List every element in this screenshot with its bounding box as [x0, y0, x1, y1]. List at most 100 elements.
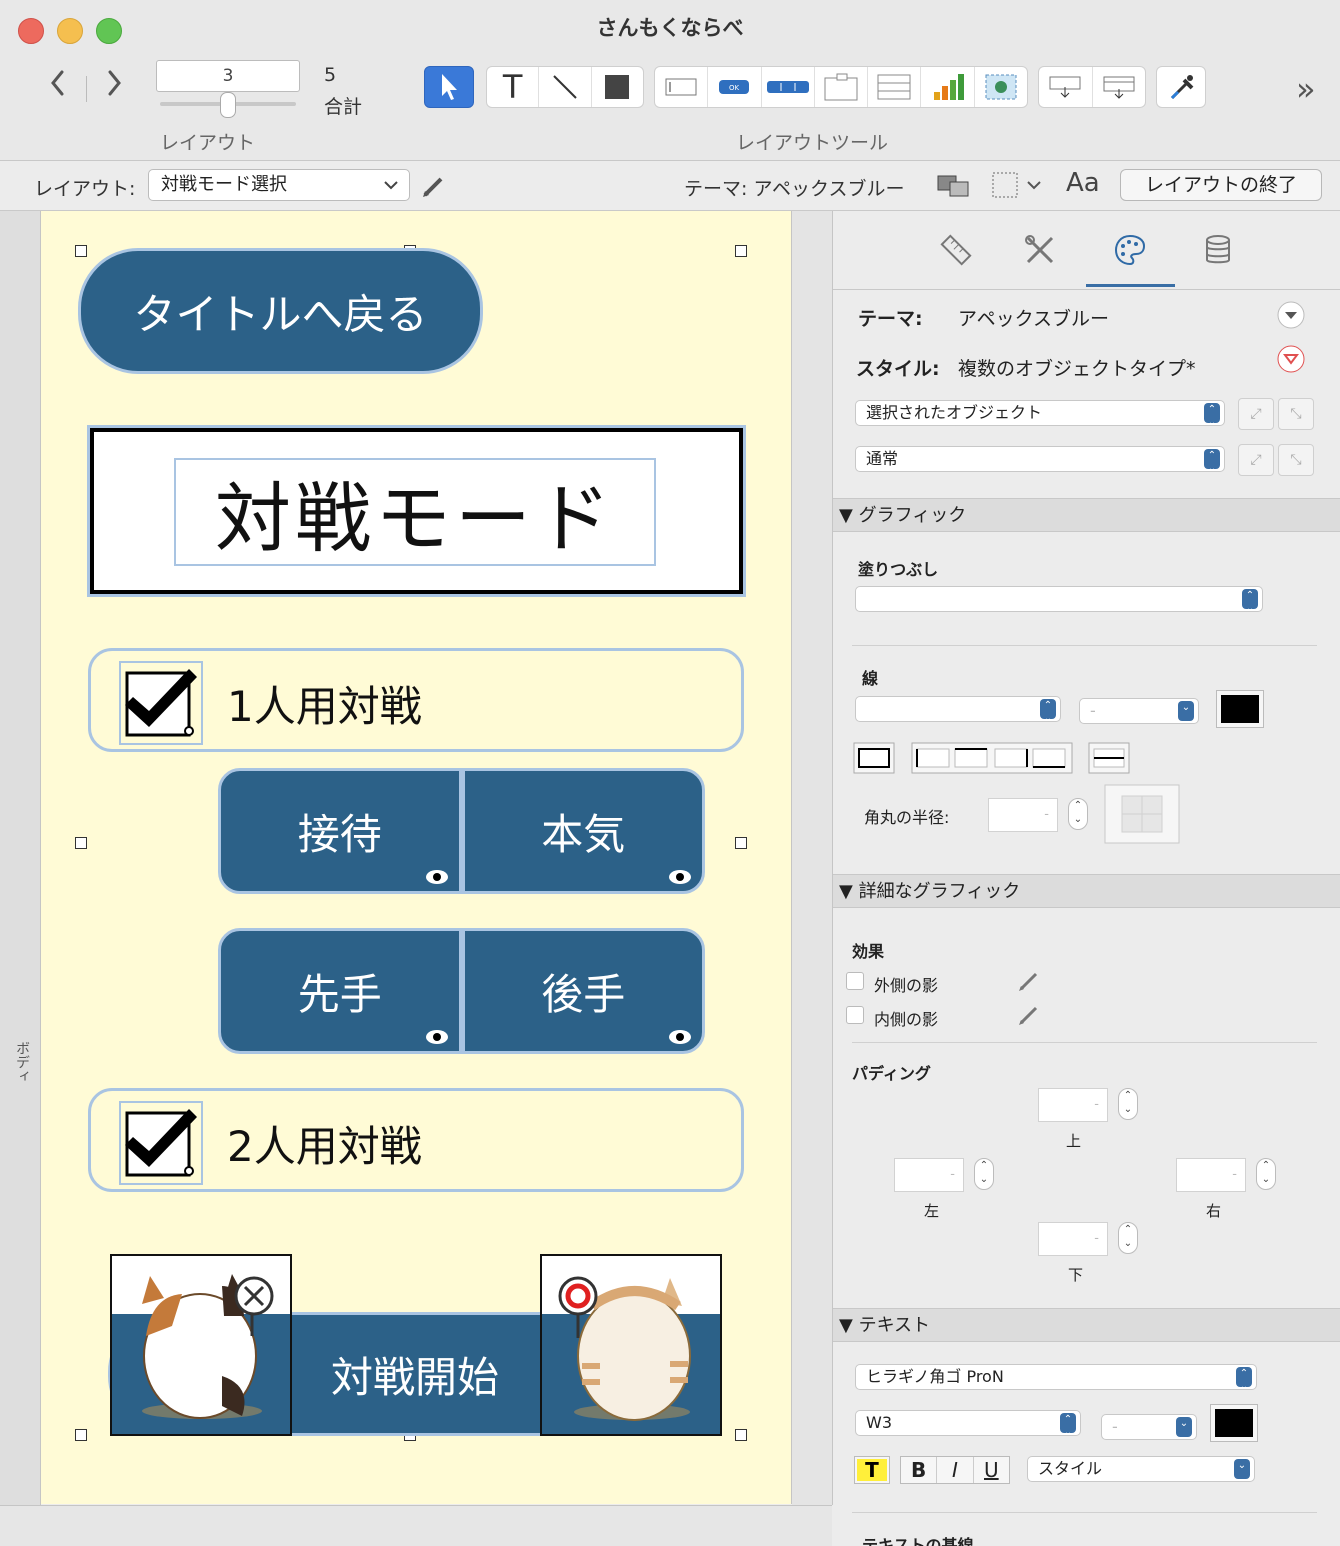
- forward-button[interactable]: [104, 68, 124, 106]
- fill-selector[interactable]: ⌃ ⌄: [855, 586, 1263, 614]
- layout-page-field[interactable]: 3: [156, 60, 300, 92]
- corner-selector-icon[interactable]: [1104, 784, 1180, 844]
- mode-banner-text[interactable]: 対戦モード: [174, 458, 656, 566]
- font-size-selector[interactable]: - ⌄: [1101, 1414, 1197, 1440]
- part-label-strip: ボディ: [0, 211, 41, 1505]
- line-tool-button[interactable]: [539, 67, 592, 107]
- calico-cat-x-image[interactable]: [110, 1254, 292, 1436]
- padding-left-field[interactable]: -: [894, 1158, 964, 1192]
- first-move-button[interactable]: 先手: [221, 931, 465, 1051]
- toolbar-overflow-button[interactable]: »: [1296, 70, 1316, 108]
- back-button[interactable]: [48, 68, 68, 106]
- line-color-well[interactable]: [1216, 690, 1264, 728]
- tab-position[interactable]: [934, 228, 978, 272]
- border-sides-icon[interactable]: [911, 742, 1073, 774]
- layout-slider-thumb[interactable]: [220, 92, 236, 118]
- slide-control-tool-button[interactable]: [1093, 67, 1146, 107]
- border-middle-icon[interactable]: [1088, 742, 1130, 774]
- eye-icon: [669, 1030, 691, 1044]
- paste-style-button[interactable]: ⤡: [1278, 398, 1314, 430]
- font-size-icon[interactable]: Aa: [1066, 168, 1100, 198]
- difficulty-easy-button[interactable]: 接待: [221, 771, 465, 891]
- padding-left-stepper[interactable]: ⌃ ⌄: [974, 1158, 994, 1190]
- layout-selector[interactable]: 対戦モード選択: [148, 169, 410, 201]
- text-style-selector[interactable]: スタイル ⌄: [1027, 1456, 1255, 1482]
- border-all-icon[interactable]: [853, 742, 895, 774]
- tab-appearance[interactable]: [1108, 228, 1152, 272]
- copy-style-button[interactable]: ⤢: [1238, 398, 1274, 430]
- text-highlight-button[interactable]: T: [854, 1456, 890, 1484]
- selection-handle[interactable]: [735, 245, 747, 257]
- copy-state-button[interactable]: ⤢: [1238, 444, 1274, 476]
- padding-bottom-field[interactable]: -: [1038, 1222, 1108, 1256]
- italic-button[interactable]: I: [937, 1457, 974, 1483]
- select-tool-button[interactable]: [424, 66, 474, 108]
- selection-handle[interactable]: [75, 1429, 87, 1441]
- selection-handle[interactable]: [735, 837, 747, 849]
- web-viewer-tool-button[interactable]: [975, 67, 1027, 107]
- exit-layout-button[interactable]: レイアウトの終了: [1120, 169, 1322, 201]
- shape-tool-button[interactable]: [592, 67, 643, 107]
- button-tool-button[interactable]: OK: [708, 67, 762, 107]
- theme-field-label: テーマ:: [858, 308, 923, 330]
- object-scope-selector[interactable]: 選択されたオブジェクト ⌃ ⌄: [855, 400, 1225, 428]
- two-player-option[interactable]: 2人用対戦: [88, 1088, 744, 1192]
- edit-inner-shadow-icon[interactable]: [1016, 1002, 1042, 1028]
- selection-handle[interactable]: [735, 1429, 747, 1441]
- arrange-objects-icon[interactable]: [936, 172, 972, 200]
- updown-icon: ⌃ ⌄: [1060, 1413, 1076, 1438]
- line-style-selector[interactable]: ⌃ ⌄: [855, 696, 1061, 724]
- paste-state-button[interactable]: ⤡: [1278, 444, 1314, 476]
- bold-button[interactable]: B: [901, 1457, 938, 1483]
- corner-radius-field[interactable]: -: [988, 798, 1058, 832]
- second-move-button[interactable]: 後手: [465, 931, 703, 1051]
- edit-outer-shadow-icon[interactable]: [1016, 968, 1042, 994]
- single-player-option[interactable]: 1人用対戦: [88, 648, 744, 752]
- text-section-header[interactable]: ▼ テキスト: [833, 1308, 1340, 1342]
- tab-data[interactable]: [1196, 228, 1240, 272]
- difficulty-serious-button[interactable]: 本気: [465, 771, 703, 891]
- theme-menu-icon[interactable]: [1276, 300, 1306, 330]
- padding-right-field[interactable]: -: [1176, 1158, 1246, 1192]
- body-part-label[interactable]: ボディ: [12, 1041, 32, 1083]
- text-tool-button[interactable]: T: [487, 67, 540, 107]
- chart-tool-button[interactable]: [921, 67, 975, 107]
- difficulty-easy-label: 接待: [297, 809, 382, 859]
- line-width-value: -: [1090, 701, 1096, 720]
- popover-button-tool-button[interactable]: [1039, 67, 1093, 107]
- field-tool-button[interactable]: [655, 67, 709, 107]
- selection-handle[interactable]: [75, 245, 87, 257]
- outer-shadow-checkbox[interactable]: [846, 972, 864, 990]
- tab-styles[interactable]: [1018, 228, 1062, 272]
- object-bounds-icon[interactable]: [990, 170, 1042, 200]
- padding-top-field[interactable]: -: [1038, 1088, 1108, 1122]
- palette-icon: [1114, 234, 1146, 266]
- edit-layout-name-icon[interactable]: [420, 172, 448, 200]
- back-to-title-button[interactable]: タイトルへ戻る: [78, 248, 483, 374]
- checkbox-checked-icon[interactable]: [119, 661, 203, 745]
- window-title: さんもくならべ: [596, 16, 744, 40]
- style-menu-icon[interactable]: [1276, 344, 1306, 374]
- line-width-selector[interactable]: - ⌄: [1079, 698, 1199, 724]
- rectangle-icon: [605, 75, 630, 99]
- text-color-well[interactable]: [1210, 1404, 1258, 1442]
- underline-button[interactable]: U: [974, 1457, 1009, 1483]
- graphics-section-header[interactable]: ▼ グラフィック: [833, 498, 1340, 532]
- tab-control-tool-button[interactable]: [815, 67, 869, 107]
- font-family-selector[interactable]: ヒラギノ角ゴ ProN ⌃ ⌄: [855, 1364, 1257, 1392]
- tabby-cat-o-image[interactable]: [540, 1254, 722, 1436]
- object-state-selector[interactable]: 通常 ⌃ ⌄: [855, 446, 1225, 474]
- checkbox-checked-icon[interactable]: [119, 1101, 203, 1185]
- padding-bottom-stepper[interactable]: ⌃ ⌄: [1118, 1222, 1138, 1254]
- portal-tool-button[interactable]: [868, 67, 922, 107]
- button-bar-tool-button[interactable]: [762, 67, 815, 107]
- text-baseline-section-label: テキストの基線: [862, 1536, 974, 1546]
- advanced-graphics-section-header[interactable]: ▼ 詳細なグラフィック: [833, 874, 1340, 908]
- selection-handle[interactable]: [75, 837, 87, 849]
- format-painter-button[interactable]: [1156, 66, 1206, 108]
- corner-radius-stepper[interactable]: ⌃ ⌄: [1068, 798, 1088, 830]
- inner-shadow-checkbox[interactable]: [846, 1006, 864, 1024]
- padding-right-stepper[interactable]: ⌃ ⌄: [1256, 1158, 1276, 1190]
- padding-top-stepper[interactable]: ⌃ ⌄: [1118, 1088, 1138, 1120]
- font-weight-selector[interactable]: W3 ⌃ ⌄: [855, 1410, 1081, 1438]
